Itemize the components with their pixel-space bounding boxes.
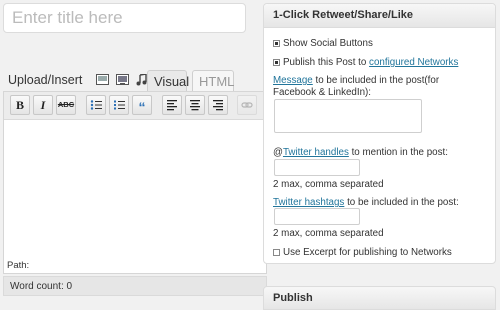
tab-visual[interactable]: Visual bbox=[147, 70, 189, 92]
publish-post-checkbox[interactable] bbox=[273, 59, 280, 66]
twitter-hashtags-link[interactable]: Twitter hashtags bbox=[273, 197, 344, 208]
video-icon[interactable] bbox=[116, 73, 129, 85]
editor-toolbar: B I ABC “ bbox=[4, 92, 266, 120]
message-label-row: Message to be included in the post(for bbox=[273, 75, 439, 86]
path-bar: Path: bbox=[4, 258, 266, 273]
twitter-handles-text: to mention in the post: bbox=[348, 147, 448, 158]
editor-content-area[interactable] bbox=[4, 120, 266, 260]
link-icon[interactable] bbox=[237, 95, 257, 115]
publish-post-row[interactable]: Publish this Post to configured Networks bbox=[273, 57, 458, 68]
twitter-hashtags-text: to be included in the post: bbox=[344, 197, 459, 208]
align-center-icon[interactable] bbox=[185, 95, 205, 115]
show-social-row[interactable]: Show Social Buttons bbox=[273, 38, 373, 49]
show-social-checkbox[interactable] bbox=[273, 40, 280, 47]
upload-insert-label: Upload/Insert bbox=[8, 73, 83, 87]
show-social-label: Show Social Buttons bbox=[283, 38, 373, 49]
post-editor: B I ABC “ Path: bbox=[3, 91, 267, 274]
italic-icon[interactable]: I bbox=[33, 95, 53, 115]
message-textarea[interactable] bbox=[274, 99, 422, 133]
post-title-input[interactable] bbox=[3, 3, 246, 33]
bullet-list-icon[interactable] bbox=[86, 95, 106, 115]
publish-post-label: Publish this Post to bbox=[283, 57, 370, 68]
message-text-line2: Facebook & LinkedIn): bbox=[273, 87, 372, 98]
use-excerpt-label: Use Excerpt for publishing to Networks bbox=[283, 247, 452, 258]
configured-networks-link[interactable]: configured Networks bbox=[369, 57, 458, 68]
publish-box-title[interactable]: Publish bbox=[263, 286, 496, 310]
twitter-hashtags-label-row: Twitter hashtags to be included in the p… bbox=[273, 197, 459, 208]
strikethrough-icon[interactable]: ABC bbox=[56, 95, 76, 115]
tab-html[interactable]: HTML bbox=[192, 70, 234, 92]
retweet-share-panel: 1-Click Retweet/Share/Like Show Social B… bbox=[263, 3, 496, 264]
twitter-handles-label-row: @Twitter handles to mention in the post: bbox=[273, 147, 448, 158]
message-link[interactable]: Message bbox=[273, 75, 313, 86]
twitter-handles-hint: 2 max, comma separated bbox=[273, 179, 384, 190]
word-count: Word count: 0 bbox=[3, 276, 267, 296]
use-excerpt-checkbox[interactable] bbox=[273, 249, 280, 256]
numbered-list-icon[interactable] bbox=[109, 95, 129, 115]
twitter-handles-input[interactable] bbox=[274, 159, 360, 176]
align-right-icon[interactable] bbox=[208, 95, 228, 115]
use-excerpt-row[interactable]: Use Excerpt for publishing to Networks bbox=[273, 247, 452, 258]
image-icon[interactable] bbox=[96, 73, 109, 85]
blockquote-icon[interactable]: “ bbox=[132, 95, 152, 115]
twitter-hashtags-hint: 2 max, comma separated bbox=[273, 228, 384, 239]
at-prefix: @ bbox=[273, 147, 283, 158]
bold-icon[interactable]: B bbox=[10, 95, 30, 115]
message-text: to be included in the post(for bbox=[312, 75, 440, 86]
align-left-icon[interactable] bbox=[162, 95, 182, 115]
panel-title[interactable]: 1-Click Retweet/Share/Like bbox=[264, 4, 495, 28]
twitter-handles-link[interactable]: Twitter handles bbox=[283, 147, 349, 158]
twitter-hashtags-input[interactable] bbox=[274, 208, 360, 225]
